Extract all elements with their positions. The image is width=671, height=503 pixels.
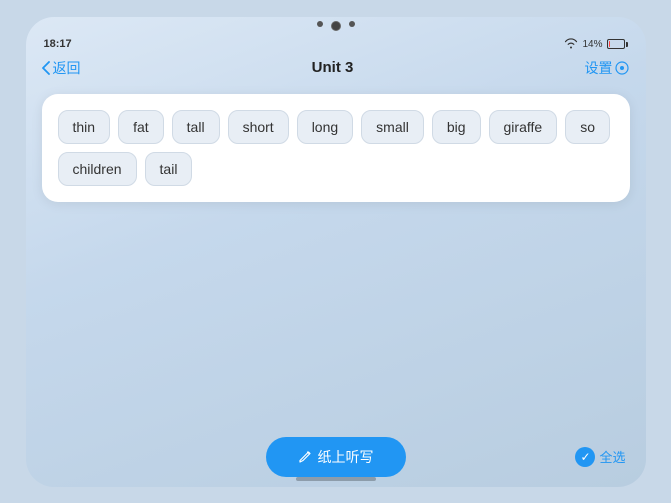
- battery-icon: [607, 39, 628, 49]
- write-button[interactable]: 纸上听写: [266, 437, 406, 477]
- word-chip-tall[interactable]: tall: [172, 110, 220, 144]
- camera-dot-2: [349, 21, 355, 27]
- status-right-icons: 14%: [564, 37, 627, 52]
- word-chip-fat[interactable]: fat: [118, 110, 164, 144]
- word-chip-long[interactable]: long: [297, 110, 353, 144]
- status-bar: 18:17 14%: [26, 31, 646, 54]
- word-chip-children[interactable]: children: [58, 152, 137, 186]
- word-chip-tail[interactable]: tail: [145, 152, 193, 186]
- settings-label: 设置: [584, 58, 612, 78]
- home-bar: [296, 477, 376, 481]
- nav-title: Unit 3: [312, 59, 354, 76]
- word-chip-small[interactable]: small: [361, 110, 424, 144]
- select-all-label: 全选: [599, 447, 625, 466]
- camera-dot: [317, 21, 323, 27]
- word-chip-so[interactable]: so: [565, 110, 610, 144]
- top-notch: [26, 17, 646, 31]
- word-chip-short[interactable]: short: [228, 110, 289, 144]
- write-label: 纸上听写: [318, 447, 374, 467]
- word-card-container: thin fat tall short long small big giraf…: [42, 94, 630, 202]
- home-indicator: [26, 477, 646, 487]
- select-all-check-icon: ✓: [575, 447, 595, 467]
- word-chip-giraffe[interactable]: giraffe: [489, 110, 558, 144]
- status-time: 18:17: [44, 38, 72, 50]
- word-row-2: children tail: [58, 152, 614, 186]
- word-row-1: thin fat tall short long small big giraf…: [58, 110, 614, 144]
- back-button[interactable]: 返回: [42, 58, 81, 78]
- battery-label: 14%: [582, 39, 602, 50]
- wifi-icon: [564, 37, 578, 52]
- device-frame: 18:17 14% 返回: [26, 17, 646, 487]
- select-all-button[interactable]: ✓ 全选: [575, 447, 625, 467]
- bottom-bar: 纸上听写 ✓ 全选: [26, 437, 646, 477]
- back-label: 返回: [53, 58, 81, 78]
- content-area: thin fat tall short long small big giraf…: [26, 86, 646, 284]
- word-chip-thin[interactable]: thin: [58, 110, 111, 144]
- camera-lens: [331, 21, 341, 31]
- settings-button[interactable]: 设置: [584, 58, 629, 78]
- nav-bar: 返回 Unit 3 设置: [26, 54, 646, 86]
- word-chip-big[interactable]: big: [432, 110, 481, 144]
